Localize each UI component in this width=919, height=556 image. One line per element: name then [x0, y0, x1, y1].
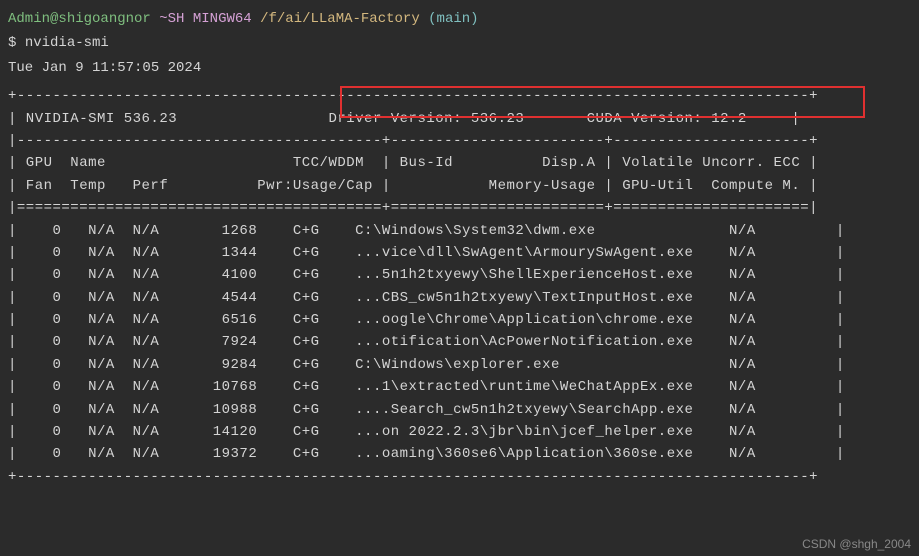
column-header-1: | GPU Name TCC/WDDM | Bus-Id Disp.A | Vo… [8, 152, 911, 174]
output-timestamp: Tue Jan 9 11:57:05 2024 [8, 57, 911, 79]
sep-line-1: |---------------------------------------… [8, 130, 911, 152]
divider: |=======================================… [8, 197, 911, 219]
process-row: | 0 N/A N/A 7924 C+G ...otification\AcPo… [8, 331, 911, 353]
process-row: | 0 N/A N/A 19372 C+G ...oaming\360se6\A… [8, 443, 911, 465]
border-bottom: +---------------------------------------… [8, 466, 911, 488]
watermark: CSDN @shgh_2004 [802, 535, 911, 554]
version-line: | NVIDIA-SMI 536.23 Driver Version: 536.… [8, 108, 911, 130]
process-row: | 0 N/A N/A 10768 C+G ...1\extracted\run… [8, 376, 911, 398]
command-text: nvidia-smi [25, 35, 109, 51]
process-row: | 0 N/A N/A 1344 C+G ...vice\dll\SwAgent… [8, 242, 911, 264]
process-list: | 0 N/A N/A 1268 C+G C:\Windows\System32… [8, 220, 911, 466]
process-row: | 0 N/A N/A 10988 C+G ....Search_cw5n1h2… [8, 399, 911, 421]
process-row: | 0 N/A N/A 14120 C+G ...on 2022.2.3\jbr… [8, 421, 911, 443]
process-row: | 0 N/A N/A 4100 C+G ...5n1h2txyewy\Shel… [8, 264, 911, 286]
prompt-sys: MINGW64 [193, 11, 252, 27]
command-line[interactable]: $ nvidia-smi [8, 32, 911, 54]
process-row: | 0 N/A N/A 6516 C+G ...oogle\Chrome\App… [8, 309, 911, 331]
column-header-2: | Fan Temp Perf Pwr:Usage/Cap | Memory-U… [8, 175, 911, 197]
process-row: | 0 N/A N/A 4544 C+G ...CBS_cw5n1h2txyew… [8, 287, 911, 309]
shell-prompt: Admin@shigoangnor ~SH MINGW64 /f/ai/LLaM… [8, 8, 911, 30]
process-row: | 0 N/A N/A 1268 C+G C:\Windows\System32… [8, 220, 911, 242]
prompt-host: shigoangnor [58, 11, 150, 27]
prompt-tool: ~SH [159, 11, 184, 27]
border-top: +---------------------------------------… [8, 85, 911, 107]
prompt-user: Admin [8, 11, 50, 27]
process-row: | 0 N/A N/A 9284 C+G C:\Windows\explorer… [8, 354, 911, 376]
prompt-branch: (main) [428, 11, 478, 27]
prompt-path: /f/ai/LLaMA-Factory [260, 11, 420, 27]
prompt-dollar: $ [8, 35, 25, 51]
